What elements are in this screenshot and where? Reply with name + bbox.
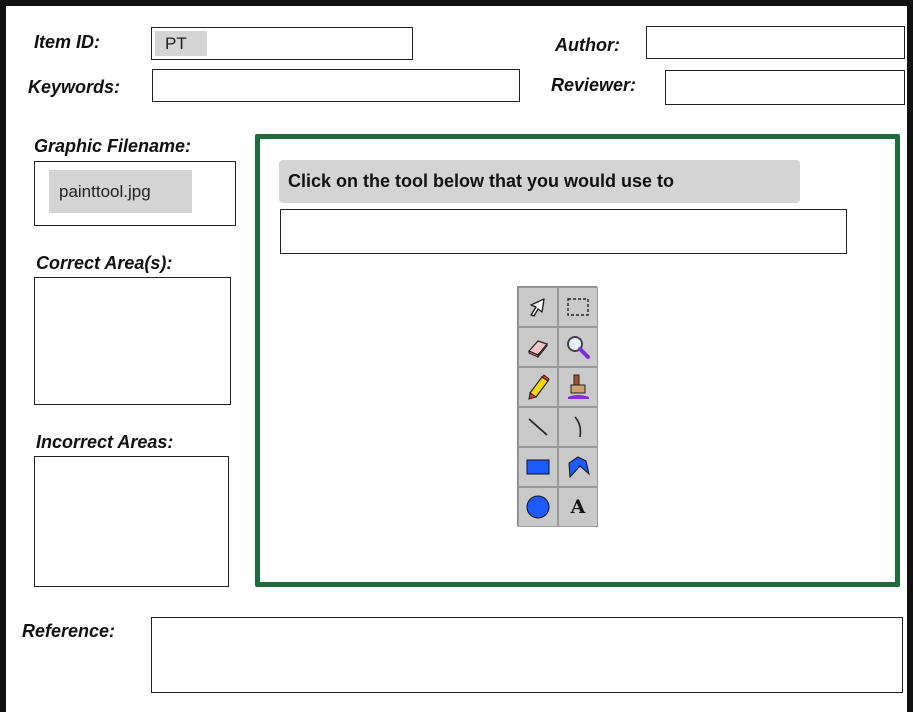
paint-toolbox: A xyxy=(517,286,598,527)
curve-icon xyxy=(574,416,582,438)
item-id-label: Item ID: xyxy=(34,32,101,52)
select-arrow-icon xyxy=(530,298,545,317)
polygon-tool[interactable] xyxy=(558,447,598,487)
eraser-tool[interactable] xyxy=(518,327,558,367)
eraser-icon xyxy=(528,340,549,359)
question-prompt: Click on the tool below that you would u… xyxy=(279,160,800,203)
pencil-icon xyxy=(528,374,550,400)
author-label: Author: xyxy=(555,35,620,55)
reviewer-field[interactable] xyxy=(665,70,905,105)
pencil-tool[interactable] xyxy=(518,367,558,407)
paint-bucket-tool[interactable] xyxy=(558,367,598,407)
rectangle-icon xyxy=(526,459,550,475)
ellipse-icon xyxy=(526,495,550,519)
reference-field[interactable] xyxy=(151,617,903,693)
line-tool[interactable] xyxy=(518,407,558,447)
incorrect-areas-field[interactable] xyxy=(34,456,229,587)
author-field[interactable] xyxy=(646,26,905,59)
incorrect-areas-label: Incorrect Areas: xyxy=(36,432,174,452)
paint-bucket-icon xyxy=(568,374,589,399)
item-id-field[interactable]: PT xyxy=(151,27,413,60)
item-id-value: PT xyxy=(155,31,207,56)
graphic-filename-field[interactable]: painttool.jpg xyxy=(34,161,236,226)
curve-tool[interactable] xyxy=(558,407,598,447)
reference-label: Reference: xyxy=(22,621,116,641)
text-tool[interactable]: A xyxy=(558,487,598,527)
graphic-filename-label: Graphic Filename: xyxy=(34,136,192,156)
rectangle-tool[interactable] xyxy=(518,447,558,487)
select-rectangle-tool[interactable] xyxy=(558,287,598,327)
polygon-icon xyxy=(568,456,590,479)
text-icon: A xyxy=(570,496,586,518)
select-arrow-tool[interactable] xyxy=(518,287,558,327)
correct-areas-label: Correct Area(s): xyxy=(36,253,173,273)
reviewer-label: Reviewer: xyxy=(551,75,637,95)
answer-field[interactable] xyxy=(280,209,847,254)
keywords-field[interactable] xyxy=(152,69,520,102)
keywords-label: Keywords: xyxy=(28,77,121,97)
magnifier-icon xyxy=(567,336,590,359)
ellipse-tool[interactable] xyxy=(518,487,558,527)
graphic-filename-value: painttool.jpg xyxy=(49,170,192,213)
magnifier-tool[interactable] xyxy=(558,327,598,367)
select-rectangle-icon xyxy=(567,298,589,316)
correct-areas-field[interactable] xyxy=(34,277,231,405)
line-icon xyxy=(528,418,548,436)
